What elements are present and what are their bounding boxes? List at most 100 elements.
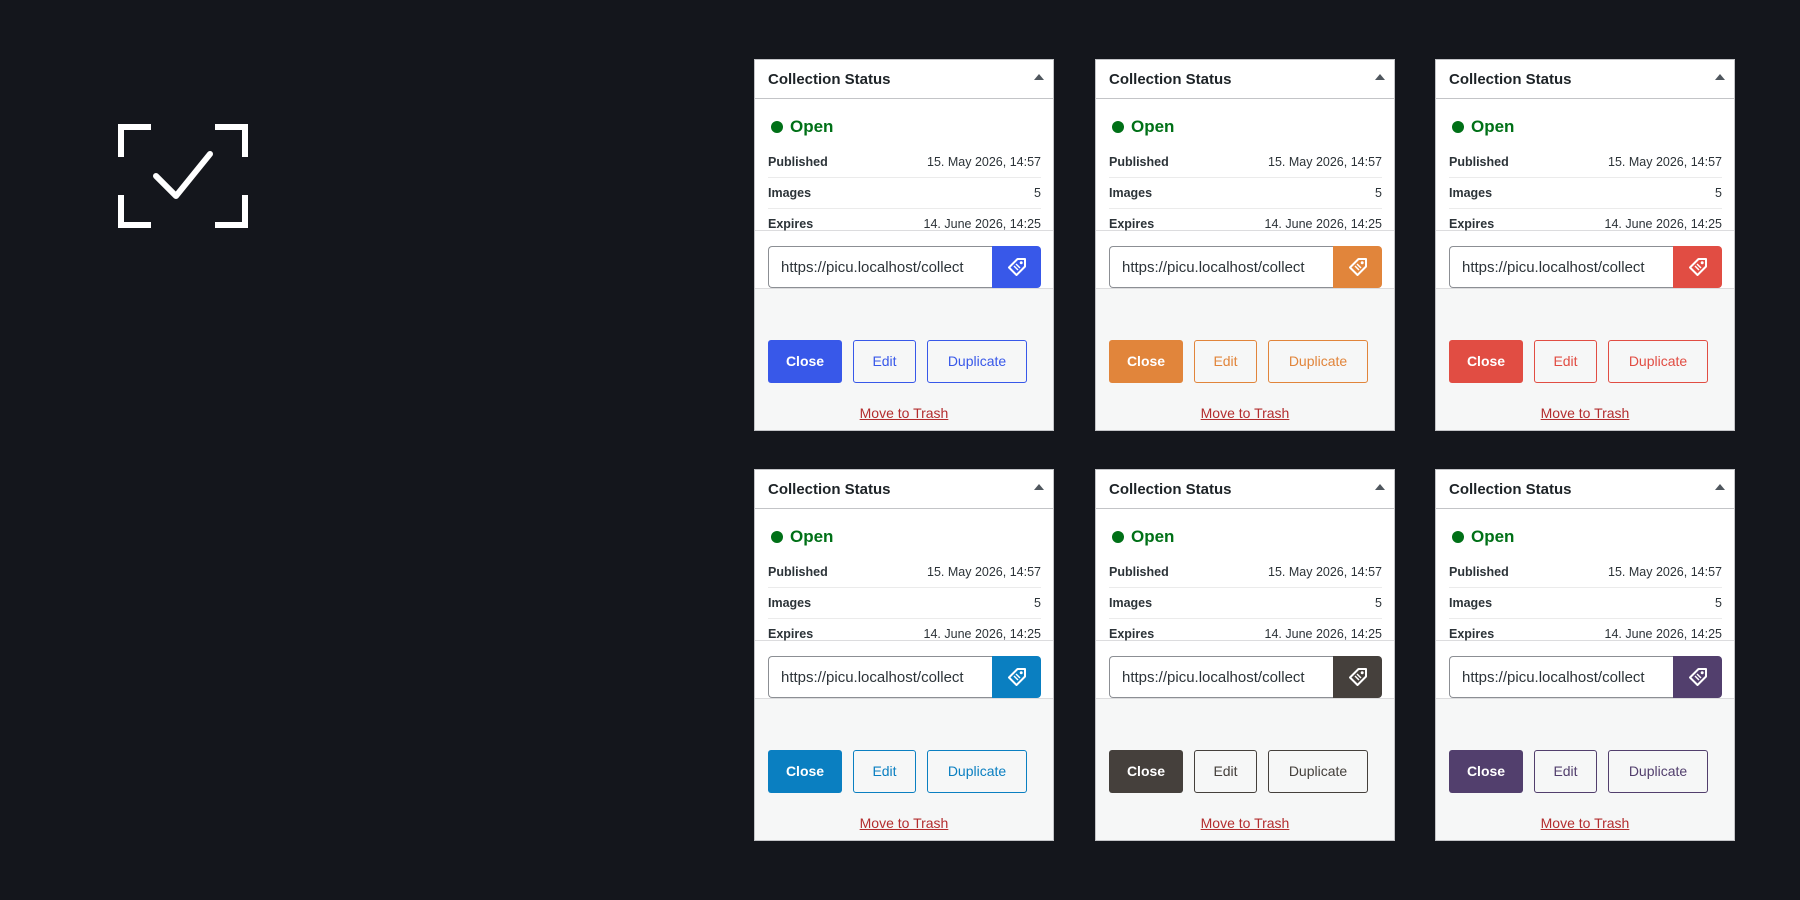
- meta-row-images: Images 5: [768, 178, 1041, 209]
- duplicate-button[interactable]: Duplicate: [1608, 750, 1708, 793]
- duplicate-button[interactable]: Duplicate: [1268, 750, 1368, 793]
- meta-row-images: Images 5: [1449, 588, 1722, 619]
- panel-title: Collection Status: [768, 481, 891, 498]
- close-button[interactable]: Close: [1109, 750, 1183, 793]
- duplicate-button[interactable]: Duplicate: [1608, 340, 1708, 383]
- copy-link-button[interactable]: [1333, 246, 1382, 288]
- collection-status-panel: Collection Status Open Published 15. May…: [754, 469, 1054, 841]
- panel-title: Collection Status: [1109, 481, 1232, 498]
- collapse-arrow-icon[interactable]: [1375, 484, 1385, 490]
- tag-icon: [1349, 668, 1367, 686]
- panel-body: Open Published 15. May 2026, 14:57 Image…: [1096, 99, 1394, 231]
- close-button[interactable]: Close: [1449, 340, 1523, 383]
- duplicate-button[interactable]: Duplicate: [927, 750, 1027, 793]
- edit-button[interactable]: Edit: [1534, 340, 1597, 383]
- edit-button[interactable]: Edit: [1194, 340, 1257, 383]
- close-button[interactable]: Close: [1109, 340, 1183, 383]
- tag-icon: [1008, 668, 1026, 686]
- edit-button[interactable]: Edit: [853, 750, 916, 793]
- panel-header[interactable]: Collection Status: [1096, 470, 1394, 509]
- panel-title: Collection Status: [1449, 481, 1572, 498]
- collapse-arrow-icon[interactable]: [1034, 74, 1044, 80]
- move-to-trash-link[interactable]: Move to Trash: [1436, 815, 1734, 831]
- status-label: Open: [1131, 527, 1175, 546]
- move-to-trash-link[interactable]: Move to Trash: [1096, 815, 1394, 831]
- collection-url-field[interactable]: [1109, 246, 1333, 288]
- published-label: Published: [1109, 155, 1169, 169]
- collapse-arrow-icon[interactable]: [1715, 74, 1725, 80]
- collapse-arrow-icon[interactable]: [1375, 74, 1385, 80]
- images-label: Images: [768, 186, 812, 200]
- images-value: 5: [1375, 186, 1382, 200]
- move-to-trash-link[interactable]: Move to Trash: [1096, 405, 1394, 421]
- collection-url-field[interactable]: [1109, 656, 1333, 698]
- move-to-trash-link[interactable]: Move to Trash: [1436, 405, 1734, 421]
- collection-url-field[interactable]: [768, 656, 992, 698]
- images-label: Images: [1109, 596, 1153, 610]
- panel-header[interactable]: Collection Status: [1096, 60, 1394, 99]
- panel-body: Open Published 15. May 2026, 14:57 Image…: [1096, 509, 1394, 641]
- status-dot-icon: [1452, 121, 1464, 133]
- status-label: Open: [1471, 117, 1515, 136]
- status-dot-icon: [771, 121, 783, 133]
- panel-title: Collection Status: [1109, 71, 1232, 88]
- status-label: Open: [790, 117, 834, 136]
- link-area: [1096, 641, 1394, 699]
- close-button[interactable]: Close: [1449, 750, 1523, 793]
- published-value: 15. May 2026, 14:57: [1608, 155, 1722, 169]
- images-value: 5: [1715, 186, 1722, 200]
- copy-link-button[interactable]: [992, 656, 1041, 698]
- panel-header[interactable]: Collection Status: [755, 470, 1053, 509]
- link-area: [1436, 641, 1734, 699]
- status-label: Open: [790, 527, 834, 546]
- edit-button[interactable]: Edit: [1194, 750, 1257, 793]
- published-label: Published: [768, 565, 828, 579]
- published-label: Published: [1449, 565, 1509, 579]
- collection-url-field[interactable]: [1449, 656, 1673, 698]
- meta-row-images: Images 5: [1449, 178, 1722, 209]
- close-button[interactable]: Close: [768, 340, 842, 383]
- meta-row-published: Published 15. May 2026, 14:57: [1109, 557, 1382, 588]
- duplicate-button[interactable]: Duplicate: [927, 340, 1027, 383]
- images-value: 5: [1375, 596, 1382, 610]
- edit-button[interactable]: Edit: [1534, 750, 1597, 793]
- collapse-arrow-icon[interactable]: [1034, 484, 1044, 490]
- collapse-arrow-icon[interactable]: [1715, 484, 1725, 490]
- panel-header[interactable]: Collection Status: [1436, 60, 1734, 99]
- collection-status-panel: Collection Status Open Published 15. May…: [1095, 59, 1395, 431]
- status-dot-icon: [1452, 531, 1464, 543]
- close-button[interactable]: Close: [768, 750, 842, 793]
- copy-link-button[interactable]: [992, 246, 1041, 288]
- panel-header[interactable]: Collection Status: [755, 60, 1053, 99]
- move-to-trash-link[interactable]: Move to Trash: [755, 405, 1053, 421]
- collection-status-panel: Collection Status Open Published 15. May…: [1435, 469, 1735, 841]
- status-dot-icon: [1112, 121, 1124, 133]
- collection-url-field[interactable]: [768, 246, 992, 288]
- edit-button[interactable]: Edit: [853, 340, 916, 383]
- published-label: Published: [1449, 155, 1509, 169]
- panel-body: Open Published 15. May 2026, 14:57 Image…: [1436, 99, 1734, 231]
- status-dot-icon: [771, 531, 783, 543]
- meta-row-published: Published 15. May 2026, 14:57: [768, 147, 1041, 178]
- collection-url-field[interactable]: [1449, 246, 1673, 288]
- tag-icon: [1349, 258, 1367, 276]
- meta-row-images: Images 5: [1109, 178, 1382, 209]
- published-label: Published: [768, 155, 828, 169]
- copy-link-button[interactable]: [1673, 656, 1722, 698]
- published-value: 15. May 2026, 14:57: [1608, 565, 1722, 579]
- published-value: 15. May 2026, 14:57: [1268, 155, 1382, 169]
- panel-header[interactable]: Collection Status: [1436, 470, 1734, 509]
- move-to-trash-link[interactable]: Move to Trash: [755, 815, 1053, 831]
- images-label: Images: [1449, 186, 1493, 200]
- link-area: [755, 641, 1053, 699]
- meta-row-published: Published 15. May 2026, 14:57: [1449, 147, 1722, 178]
- duplicate-button[interactable]: Duplicate: [1268, 340, 1368, 383]
- copy-link-button[interactable]: [1333, 656, 1382, 698]
- panel-title: Collection Status: [1449, 71, 1572, 88]
- tag-icon: [1689, 258, 1707, 276]
- panel-title: Collection Status: [768, 71, 891, 88]
- tag-icon: [1689, 668, 1707, 686]
- copy-link-button[interactable]: [1673, 246, 1722, 288]
- meta-row-published: Published 15. May 2026, 14:57: [768, 557, 1041, 588]
- collection-status-panel: Collection Status Open Published 15. May…: [754, 59, 1054, 431]
